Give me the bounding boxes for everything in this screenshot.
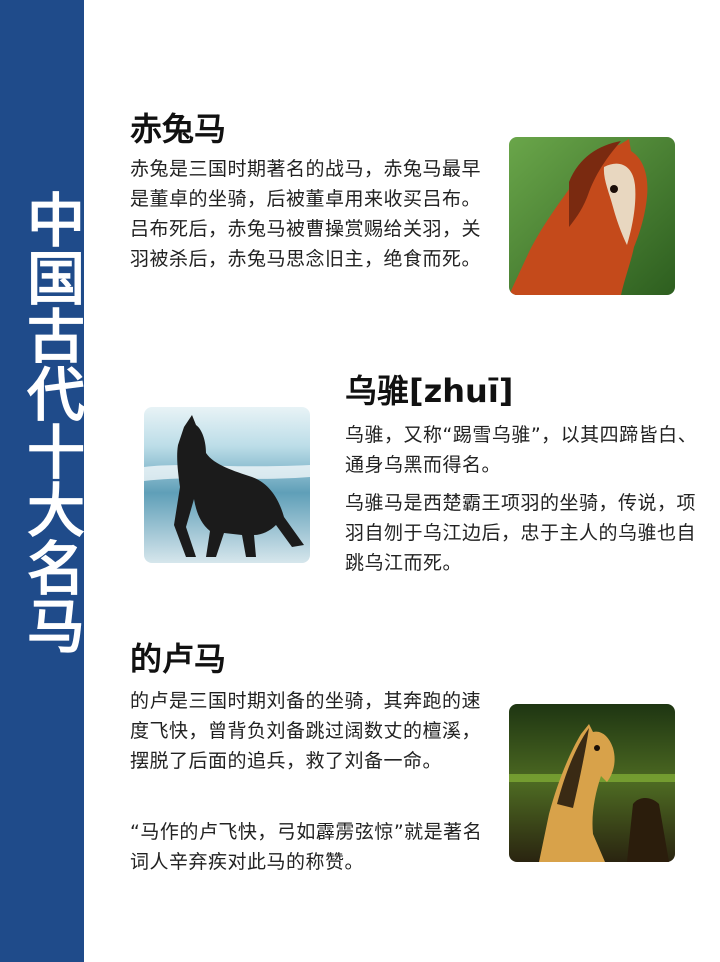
section-text-wuzhui-1: 乌骓，又称“踢雪乌骓”，以其四蹄皆白、通身乌黑而得名。 [345, 424, 698, 476]
section-text-chitu: 赤兔是三国时期著名的战马，赤兔马最早是董卓的坐骑，后被董卓用来收买吕布。吕布死后… [130, 158, 482, 270]
section-title-dilu: 的卢马 [130, 640, 227, 678]
section-text-dilu-2: “马作的卢飞快，弓如霹雳弦惊”就是著名词人辛弃疾对此马的称赞。 [130, 821, 483, 873]
section-title-wuzhui: 乌骓[zhuī] [345, 372, 514, 410]
chestnut-horse-icon [509, 137, 675, 295]
golden-horse-icon [509, 704, 675, 862]
sidebar: 中国古代十大名马 [0, 0, 85, 962]
section-text-dilu-1: 的卢是三国时期刘备的坐骑，其奔跑的速度飞快，曾背负刘备跳过阔数丈的檀溪，摆脱了后… [130, 690, 482, 772]
page-title: 中国古代十大名马 [17, 190, 85, 654]
black-horse-icon [144, 407, 310, 563]
section-title-chitu: 赤兔马 [130, 110, 227, 148]
section-text-wuzhui-2: 乌骓马是西楚霸王项羽的坐骑，传说，项羽自刎于乌江边后，忠于主人的乌骓也自跳乌江而… [345, 492, 697, 574]
